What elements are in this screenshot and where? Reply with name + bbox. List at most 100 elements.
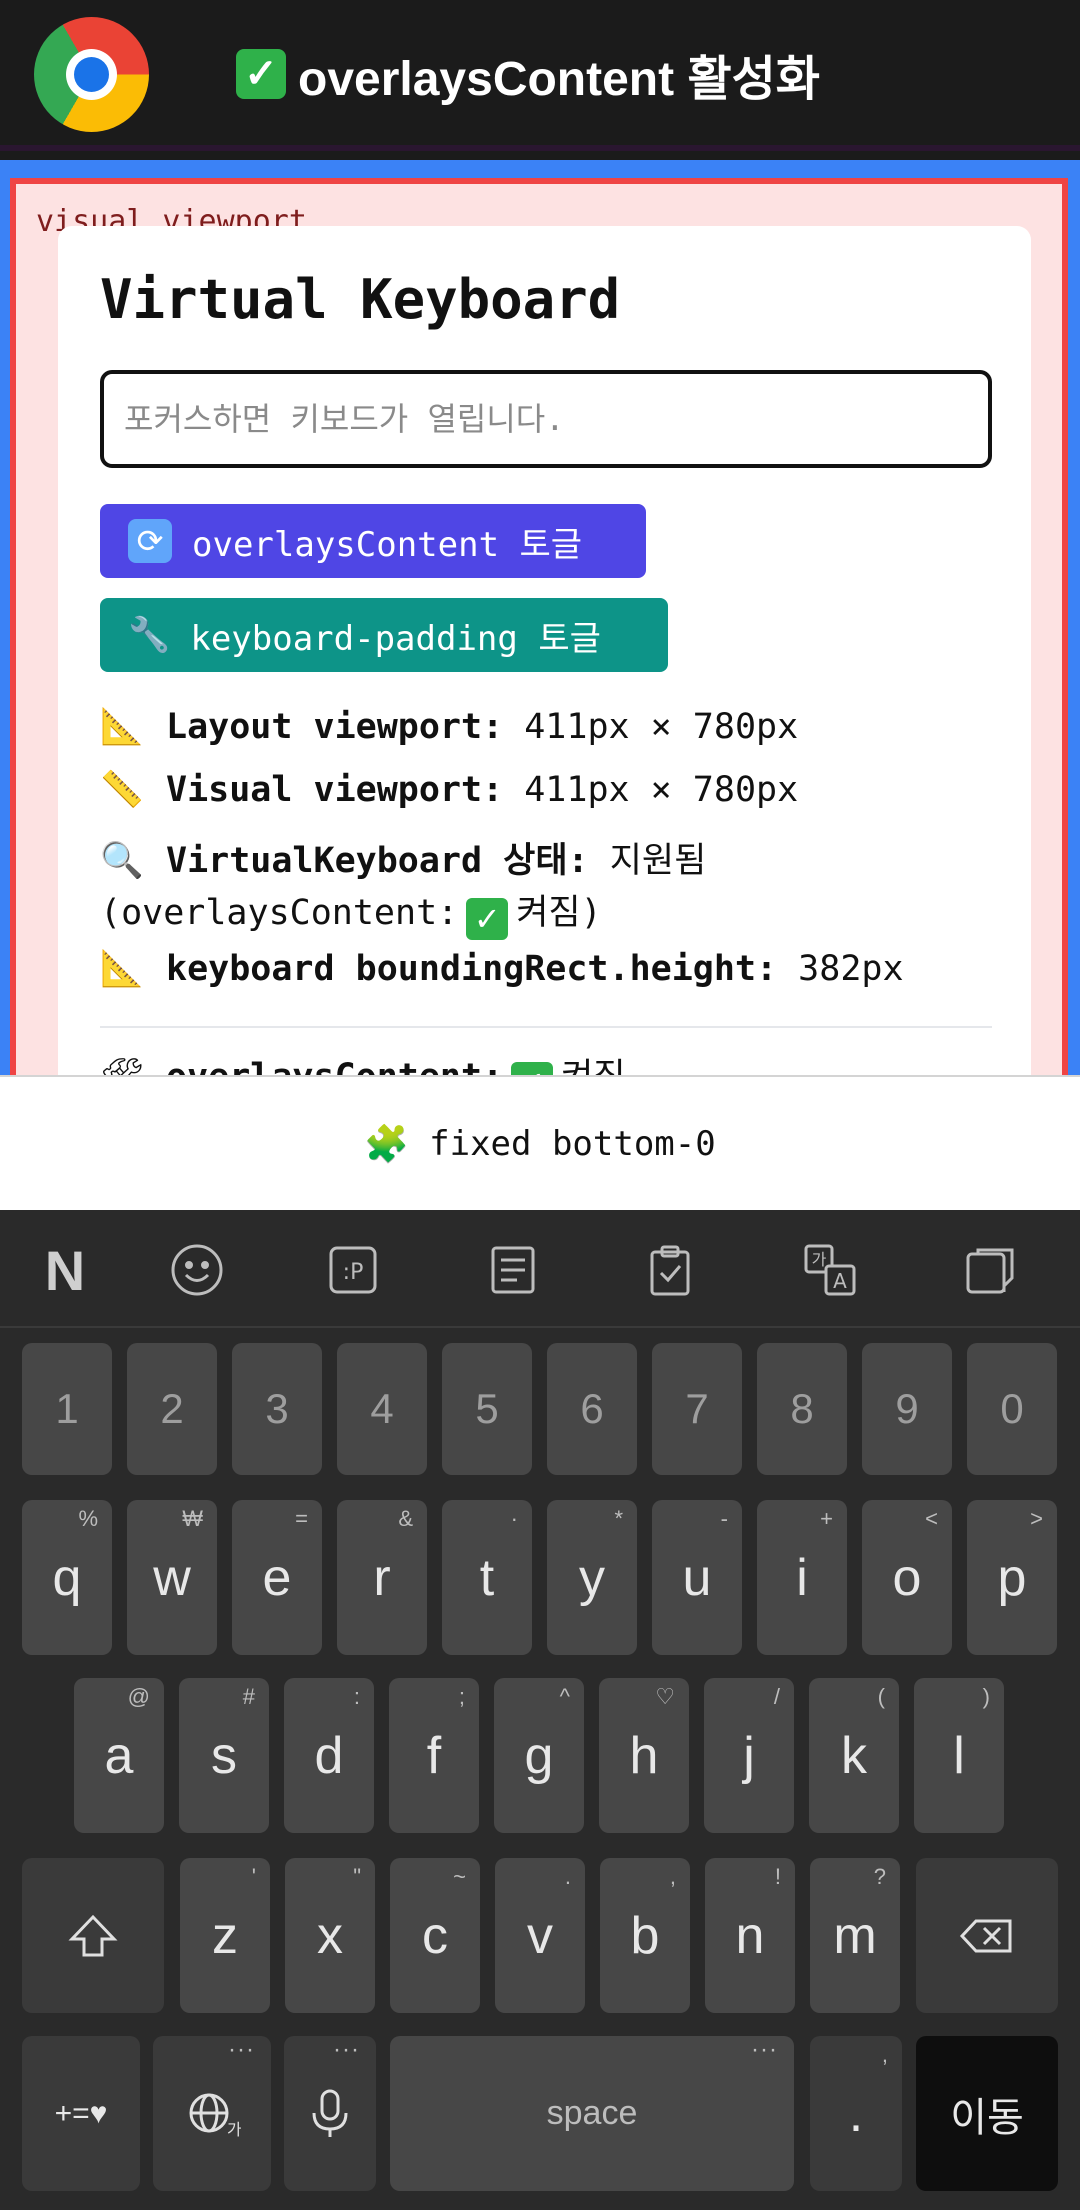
title-bar: ✓ overlaysContent 활성화 (0, 0, 1080, 151)
key-b-alt-label: , (669, 1864, 676, 1889)
key-q[interactable]: q% (22, 1500, 112, 1655)
triangle-ruler-icon: 📐 (100, 949, 144, 989)
key-q-alt-label: % (78, 1506, 98, 1531)
key-q-label: q (52, 1548, 82, 1607)
language-key[interactable]: ··· 가 (153, 2036, 271, 2191)
key-6-label: 6 (580, 1385, 604, 1432)
toggle-keyboard-padding-button[interactable]: 🔧 keyboard-padding 토글 (100, 598, 668, 672)
period-key[interactable]: ., (810, 2036, 902, 2191)
key-v[interactable]: v. (495, 1858, 585, 2013)
space-key[interactable]: space ··· (390, 2036, 794, 2191)
key-h-alt-label: ♡ (655, 1684, 675, 1709)
emoji-icon[interactable] (167, 1240, 227, 1300)
layout-viewport-info: 📐 Layout viewport: 411px × 780px (100, 707, 799, 747)
card-divider (100, 1026, 992, 1028)
tools-icon: 🛠 (100, 1056, 150, 1075)
key-6[interactable]: 6 (547, 1343, 637, 1475)
key-p-alt-label: > (1030, 1506, 1043, 1531)
key-7[interactable]: 7 (652, 1343, 742, 1475)
key-s[interactable]: s # (179, 1678, 269, 1833)
refresh-icon: ⟳ (128, 519, 172, 563)
more-dots: ··· (333, 2036, 360, 2063)
key-o-label: o (892, 1548, 922, 1607)
memo-icon[interactable] (483, 1240, 543, 1300)
symbols-key-label: +=♥ (54, 2096, 108, 2130)
key-m-label: m (833, 1906, 877, 1965)
key-2[interactable]: 2 (127, 1343, 217, 1475)
key-f-alt-label: ; (458, 1684, 465, 1709)
key-p[interactable]: p > (967, 1500, 1057, 1655)
key-y-label: y (579, 1548, 605, 1607)
key-z[interactable]: z ' (180, 1858, 270, 2013)
globe-icon: 가 (189, 2093, 241, 2139)
go-key[interactable]: 이동 (916, 2036, 1058, 2191)
key-k[interactable]: k( (809, 1678, 899, 1833)
clipboard-icon[interactable] (640, 1240, 700, 1300)
key-i-alt-label: + (820, 1506, 833, 1531)
key-o-alt-label: < (925, 1506, 938, 1531)
key-g[interactable]: g ^ (494, 1678, 584, 1833)
key-x-label: x (317, 1906, 343, 1965)
key-5[interactable]: 5 (442, 1343, 532, 1475)
key-c[interactable]: c ~ (390, 1858, 480, 2013)
key-j[interactable]: j / (704, 1678, 794, 1833)
key-o[interactable]: o < (862, 1500, 952, 1655)
shift-key[interactable] (22, 1858, 164, 2013)
key-d-label: d (314, 1726, 344, 1785)
check-icon: ✓ (466, 898, 509, 940)
key-i-label: i (796, 1548, 808, 1607)
key-h[interactable]: h ♡ (599, 1678, 689, 1833)
page-title-text: overlaysContent 활성화 (298, 53, 820, 106)
key-9[interactable]: 9 (862, 1343, 952, 1475)
translate-icon[interactable]: 가A (800, 1240, 860, 1300)
emoticon-icon[interactable]: :P (323, 1240, 383, 1300)
key-2-label: 2 (160, 1385, 184, 1432)
svg-text:가: 가 (812, 1250, 827, 1269)
key-i[interactable]: i + (757, 1500, 847, 1655)
voice-input-key[interactable]: ··· (284, 2036, 376, 2191)
chrome-logo-icon (34, 17, 149, 132)
key-0[interactable]: 0 (967, 1343, 1057, 1475)
backspace-key[interactable] (916, 1858, 1058, 2013)
key-l[interactable]: l) (914, 1678, 1004, 1833)
fixed-bottom-label: fixed bottom-0 (429, 1123, 716, 1164)
toggle-padding-label: keyboard-padding 토글 (190, 618, 601, 659)
key-j-label: j (743, 1726, 755, 1785)
key-1[interactable]: 1 (22, 1343, 112, 1475)
key-v-alt-label: . (564, 1864, 571, 1889)
key-b[interactable]: b, (600, 1858, 690, 2013)
key-a[interactable]: a @ (74, 1678, 164, 1833)
toggle-overlays-label: overlaysContent 토글 (192, 524, 583, 565)
key-8[interactable]: 8 (757, 1343, 847, 1475)
more-dots: ··· (228, 2036, 255, 2063)
svg-text:A: A (833, 1269, 847, 1293)
key-m[interactable]: m? (810, 1858, 900, 2013)
key-d[interactable]: d: (284, 1678, 374, 1833)
key-n-label: n (735, 1906, 765, 1965)
keyboard-toolbar: N :P 가A (0, 1210, 1080, 1328)
toggle-overlays-content-button[interactable]: ⟳ overlaysContent 토글 (100, 504, 646, 578)
key-w[interactable]: w ₩ (127, 1500, 217, 1655)
key-m-alt-label: ? (873, 1864, 886, 1889)
key-k-label: k (841, 1726, 867, 1785)
key-0-label: 0 (1000, 1385, 1024, 1432)
key-d-alt-label: : (353, 1684, 360, 1709)
key-r[interactable]: r & (337, 1500, 427, 1655)
key-3[interactable]: 3 (232, 1343, 322, 1475)
key-e[interactable]: e = (232, 1500, 322, 1655)
key-5-label: 5 (475, 1385, 499, 1432)
key-4[interactable]: 4 (337, 1343, 427, 1475)
symbols-key[interactable]: +=♥ (22, 2036, 140, 2191)
key-x-alt-label: " (353, 1864, 361, 1889)
key-u[interactable]: u- (652, 1500, 742, 1655)
key-n[interactable]: n! (705, 1858, 795, 2013)
sticker-icon[interactable] (960, 1240, 1020, 1300)
overlays-content-status: 🛠overlaysContent:✓켜짐 (100, 1048, 626, 1075)
key-t[interactable]: t · (442, 1500, 532, 1655)
key-f[interactable]: f; (389, 1678, 479, 1833)
keyboard-focus-input[interactable] (100, 370, 992, 468)
microphone-icon (312, 2089, 348, 2137)
key-y[interactable]: y * (547, 1500, 637, 1655)
key-x[interactable]: x " (285, 1858, 375, 2013)
naver-logo-icon[interactable]: N (35, 1239, 95, 1302)
